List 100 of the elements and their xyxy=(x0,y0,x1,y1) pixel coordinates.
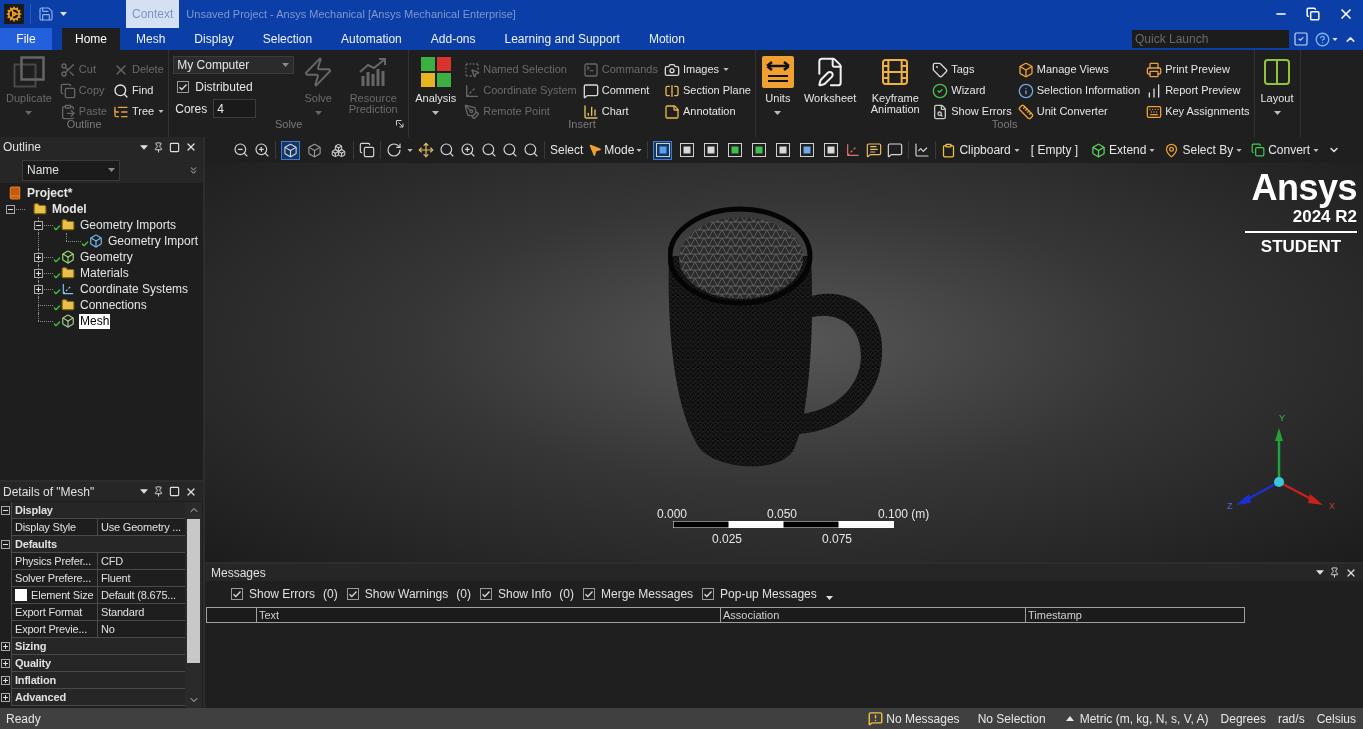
magnifier-icon[interactable] xyxy=(502,142,518,158)
plus-box-icon[interactable] xyxy=(1,693,10,702)
zoom-in-icon[interactable] xyxy=(254,142,270,158)
minus-box-icon[interactable] xyxy=(1,506,10,515)
tree-item[interactable]: Connections xyxy=(79,297,148,313)
status-text[interactable]: Degrees xyxy=(1220,709,1266,728)
plus-box-icon[interactable] xyxy=(34,252,43,262)
cog-icon[interactable] xyxy=(4,4,24,24)
units-menu[interactable]: Metric (m, kg, N, s, V, A) xyxy=(1079,709,1209,728)
checkbox[interactable] xyxy=(702,588,715,600)
scrollbar[interactable] xyxy=(185,502,202,708)
ribbon-button[interactable]: Units xyxy=(759,55,796,115)
menu-tab[interactable]: Selection xyxy=(249,28,326,50)
clipboard-button[interactable]: Clipboard xyxy=(941,141,1020,159)
status-text[interactable]: rad/s xyxy=(1277,709,1305,728)
restore-icon[interactable] xyxy=(1306,7,1320,21)
ribbon-button[interactable]: Keyframe Animation xyxy=(864,55,927,115)
checkbox[interactable] xyxy=(583,588,595,600)
plus-box-icon[interactable] xyxy=(34,268,43,278)
pin-icon[interactable] xyxy=(1329,567,1340,578)
close-icon[interactable] xyxy=(185,141,197,153)
select-by-button[interactable]: Select By xyxy=(1164,141,1243,159)
selection-filter-button[interactable] xyxy=(653,140,673,160)
ribbon-button[interactable]: Comment xyxy=(582,80,658,101)
zoom-out-icon[interactable] xyxy=(233,142,249,158)
cores-field[interactable]: 4 xyxy=(213,99,257,118)
ribbon-button[interactable]: Wizard xyxy=(932,80,1012,101)
save-icon[interactable] xyxy=(38,6,54,22)
magnifier-icon[interactable] xyxy=(439,142,455,158)
double-chevron-icon[interactable] xyxy=(188,164,199,176)
tree-item[interactable]: Geometry xyxy=(79,249,134,265)
status-text[interactable]: Celsius xyxy=(1316,709,1356,728)
caret-up-icon[interactable] xyxy=(1065,716,1074,721)
zoom-in-icon[interactable] xyxy=(460,142,476,158)
category-label[interactable]: Sizing xyxy=(15,637,47,655)
ribbon-button[interactable]: Print Preview xyxy=(1146,59,1250,80)
checkbox-icon[interactable] xyxy=(1293,31,1309,47)
quick-launch-field[interactable]: Quick Launch xyxy=(1132,30,1289,48)
ribbon-button[interactable]: Worksheet xyxy=(801,55,859,104)
minus-box-icon[interactable] xyxy=(34,220,43,230)
ribbon-button[interactable]: Tags xyxy=(932,59,1012,80)
ribbon-button[interactable]: Annotation xyxy=(664,101,751,122)
mode-button[interactable]: Mode xyxy=(588,141,643,159)
rotate-icon[interactable] xyxy=(386,142,402,158)
checkbox[interactable] xyxy=(479,588,492,600)
convert-button[interactable]: Convert xyxy=(1251,141,1320,159)
extend-button[interactable]: Extend xyxy=(1091,141,1156,159)
ribbon-button[interactable]: Tree xyxy=(113,101,165,122)
pin-icon[interactable] xyxy=(153,486,164,497)
tree-item[interactable]: Model xyxy=(51,201,88,217)
minus-box-icon[interactable] xyxy=(1,540,10,549)
menu-tab[interactable]: Automation xyxy=(328,28,415,50)
text-bubble-icon[interactable] xyxy=(866,142,883,158)
tree-item[interactable]: Geometry Imports xyxy=(79,217,178,233)
line-chart-icon[interactable] xyxy=(914,142,931,158)
ribbon-button[interactable]: Find xyxy=(113,80,165,101)
ribbon-button[interactable]: Key Assignments xyxy=(1146,101,1250,122)
name-dropdown[interactable]: Name xyxy=(22,159,120,181)
move-icon[interactable] xyxy=(418,142,434,158)
menu-tab[interactable]: Display xyxy=(181,28,247,50)
ribbon-button[interactable]: Section Plane xyxy=(664,80,751,101)
ribbon-button[interactable]: Unit Converter xyxy=(1017,101,1141,122)
ribbon-button[interactable]: Analysis xyxy=(413,55,459,115)
squares-icon[interactable] xyxy=(359,142,375,158)
ribbon-button[interactable]: Selection Information xyxy=(1017,80,1141,101)
tree-item[interactable]: Geometry Import xyxy=(107,233,200,249)
tree-item[interactable]: Project* xyxy=(26,185,74,201)
launcher-icon[interactable] xyxy=(396,120,405,128)
plus-box-icon[interactable] xyxy=(34,284,43,294)
magnifier-icon[interactable] xyxy=(523,142,539,158)
minus-box-icon[interactable] xyxy=(6,204,15,214)
tree-item[interactable]: Mesh xyxy=(79,313,111,329)
selection-filter-button[interactable] xyxy=(701,140,721,160)
plus-box-icon[interactable] xyxy=(1,659,10,668)
menu-tab[interactable]: Learning and Support xyxy=(491,28,633,50)
plus-box-icon[interactable] xyxy=(1,676,10,685)
menu-tab[interactable]: Mesh xyxy=(123,28,179,50)
maximize-icon[interactable] xyxy=(169,141,180,153)
checkbox[interactable] xyxy=(177,81,190,93)
tree-item[interactable]: Coordinate Systems xyxy=(79,281,190,297)
menu-tab[interactable]: Add-ons xyxy=(417,28,489,50)
selection-filter-button[interactable] xyxy=(773,140,793,160)
help-icon[interactable] xyxy=(1315,31,1330,47)
axes-icon[interactable] xyxy=(845,142,862,158)
selection-filter-button[interactable] xyxy=(821,140,841,160)
menu-tab[interactable]: File xyxy=(0,28,52,50)
selection-filter-button[interactable] xyxy=(725,140,745,160)
ribbon-button[interactable]: Layout xyxy=(1258,55,1296,115)
ribbon-button[interactable]: Report Preview xyxy=(1146,80,1250,101)
column-header[interactable]: Text xyxy=(259,606,280,624)
tree-item[interactable]: Materials xyxy=(79,265,130,281)
computer-dropdown[interactable]: My Computer xyxy=(173,56,295,74)
maximize-icon[interactable] xyxy=(169,486,180,497)
selection-filter-button[interactable] xyxy=(797,140,817,160)
display-style-button[interactable] xyxy=(281,140,300,160)
menu-tab[interactable]: Home xyxy=(62,28,120,50)
ribbon-button[interactable]: Images xyxy=(664,59,751,80)
checkbox[interactable] xyxy=(231,588,243,600)
magnifier-icon[interactable] xyxy=(481,142,497,158)
checkbox[interactable] xyxy=(346,588,359,600)
